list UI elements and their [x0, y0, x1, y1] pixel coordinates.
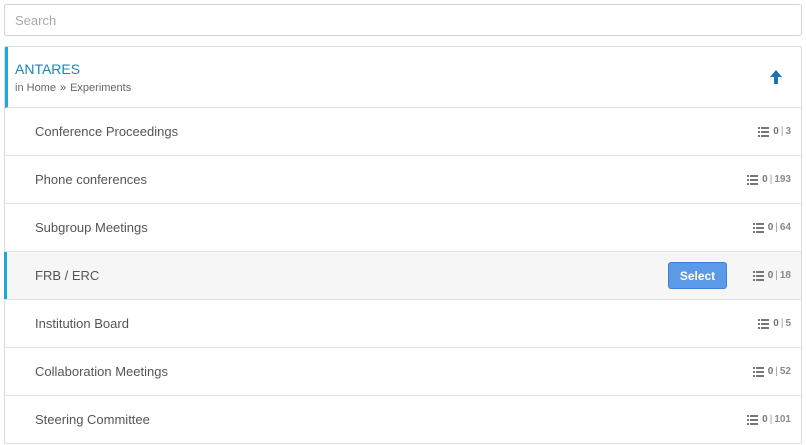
breadcrumb-prefix: in	[15, 82, 24, 94]
breadcrumb-item-home[interactable]: Home	[27, 82, 56, 94]
list-icon	[752, 270, 764, 281]
list-icon	[752, 222, 764, 233]
list-item[interactable]: Steering Committee 0 | 101	[5, 396, 801, 443]
total-count: 3	[785, 126, 791, 137]
category-count: 0 | 193	[747, 156, 791, 203]
count-separator: |	[775, 270, 778, 281]
selected-count: 0	[762, 174, 768, 185]
category-list: Conference Proceedings 0 | 3 Phone confere…	[4, 108, 801, 443]
search-input[interactable]	[4, 4, 802, 36]
count-separator: |	[775, 222, 778, 233]
breadcrumb-separator: »	[59, 82, 67, 94]
count-separator: |	[780, 126, 784, 137]
category-label: FRB / ERC	[35, 268, 100, 283]
list-icon	[758, 126, 770, 137]
list-item[interactable]: Subgroup Meetings 0 | 64	[5, 204, 801, 252]
panel-header: ANTARES in Home» Experiments	[5, 47, 801, 108]
list-icon	[752, 366, 764, 377]
list-icon	[747, 174, 759, 185]
total-count: 193	[774, 174, 791, 185]
list-item[interactable]: Collaboration Meetings 0 | 52	[5, 348, 801, 396]
selected-count: 0	[767, 270, 774, 281]
total-count: 5	[785, 318, 791, 329]
total-count: 52	[779, 366, 791, 377]
breadcrumb: in Home» Experiments	[15, 81, 801, 95]
category-label: Conference Proceedings	[35, 124, 179, 139]
list-item[interactable]: Phone conferences 0 | 193	[5, 156, 801, 204]
selected-count: 0	[767, 222, 774, 233]
count-separator: |	[769, 414, 773, 425]
category-label: Phone conferences	[35, 172, 148, 187]
count-separator: |	[769, 174, 773, 185]
category-title[interactable]: ANTARES	[15, 60, 801, 78]
selected-count: 0	[773, 318, 779, 329]
list-icon	[747, 414, 759, 425]
list-item[interactable]: Institution Board 0 | 5	[5, 300, 801, 348]
category-count: 0 | 18	[752, 252, 791, 299]
category-label: Collaboration Meetings	[35, 364, 168, 379]
category-count: 0 | 52	[752, 348, 791, 395]
category-label: Subgroup Meetings	[35, 220, 148, 235]
arrow-up-icon[interactable]	[769, 69, 783, 85]
selected-count: 0	[767, 366, 774, 377]
count-separator: |	[775, 366, 778, 377]
count-separator: |	[780, 318, 784, 329]
total-count: 64	[779, 222, 791, 233]
category-label: Institution Board	[35, 316, 129, 331]
total-count: 18	[779, 270, 791, 281]
breadcrumb-item-experiments[interactable]: Experiments	[70, 82, 131, 94]
list-item[interactable]: FRB / ERC Select 0 | 18	[4, 252, 801, 300]
category-label: Steering Committee	[35, 412, 150, 427]
category-panel: ANTARES in Home» Experiments Conference P…	[4, 46, 802, 444]
category-count: 0 | 5	[758, 300, 791, 347]
category-count: 0 | 64	[752, 204, 791, 251]
list-item[interactable]: Conference Proceedings 0 | 3	[5, 108, 801, 156]
category-count: 0 | 3	[758, 108, 791, 155]
total-count: 101	[774, 414, 791, 425]
select-button[interactable]: Select	[668, 262, 727, 289]
list-icon	[758, 318, 770, 329]
selected-count: 0	[773, 126, 779, 137]
category-count: 0 | 101	[747, 396, 791, 443]
selected-count: 0	[762, 414, 768, 425]
